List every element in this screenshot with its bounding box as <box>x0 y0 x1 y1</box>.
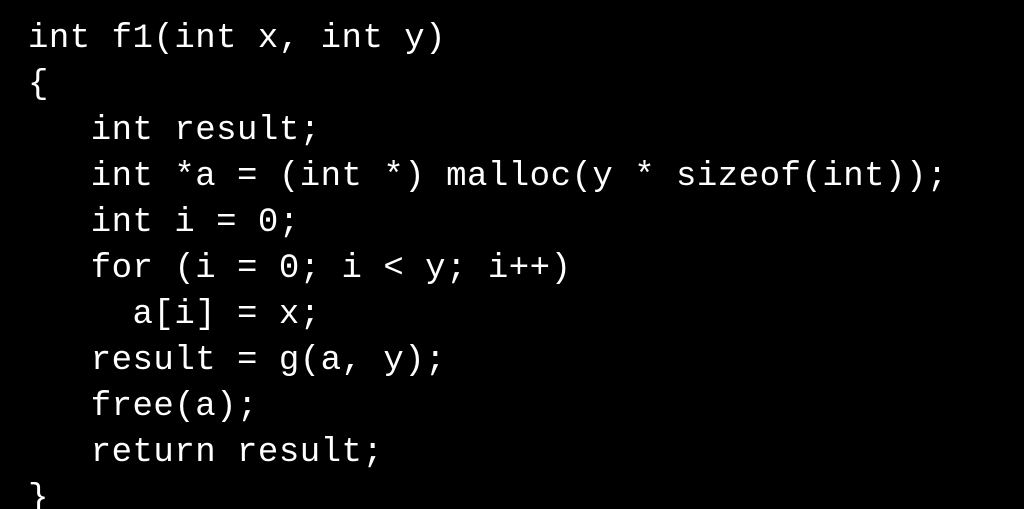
code-line: a[i] = x; <box>28 296 321 334</box>
code-line: } <box>28 480 49 509</box>
code-block: int f1(int x, int y) { int result; int *… <box>0 0 1024 509</box>
code-line: int *a = (int *) malloc(y * sizeof(int))… <box>28 158 948 196</box>
code-line: int result; <box>28 112 321 150</box>
code-line: return result; <box>28 434 383 472</box>
code-line: free(a); <box>28 388 258 426</box>
code-line: int i = 0; <box>28 204 300 242</box>
code-line: { <box>28 66 49 104</box>
code-line: int f1(int x, int y) <box>28 20 446 58</box>
code-line: for (i = 0; i < y; i++) <box>28 250 572 288</box>
code-line: result = g(a, y); <box>28 342 446 380</box>
